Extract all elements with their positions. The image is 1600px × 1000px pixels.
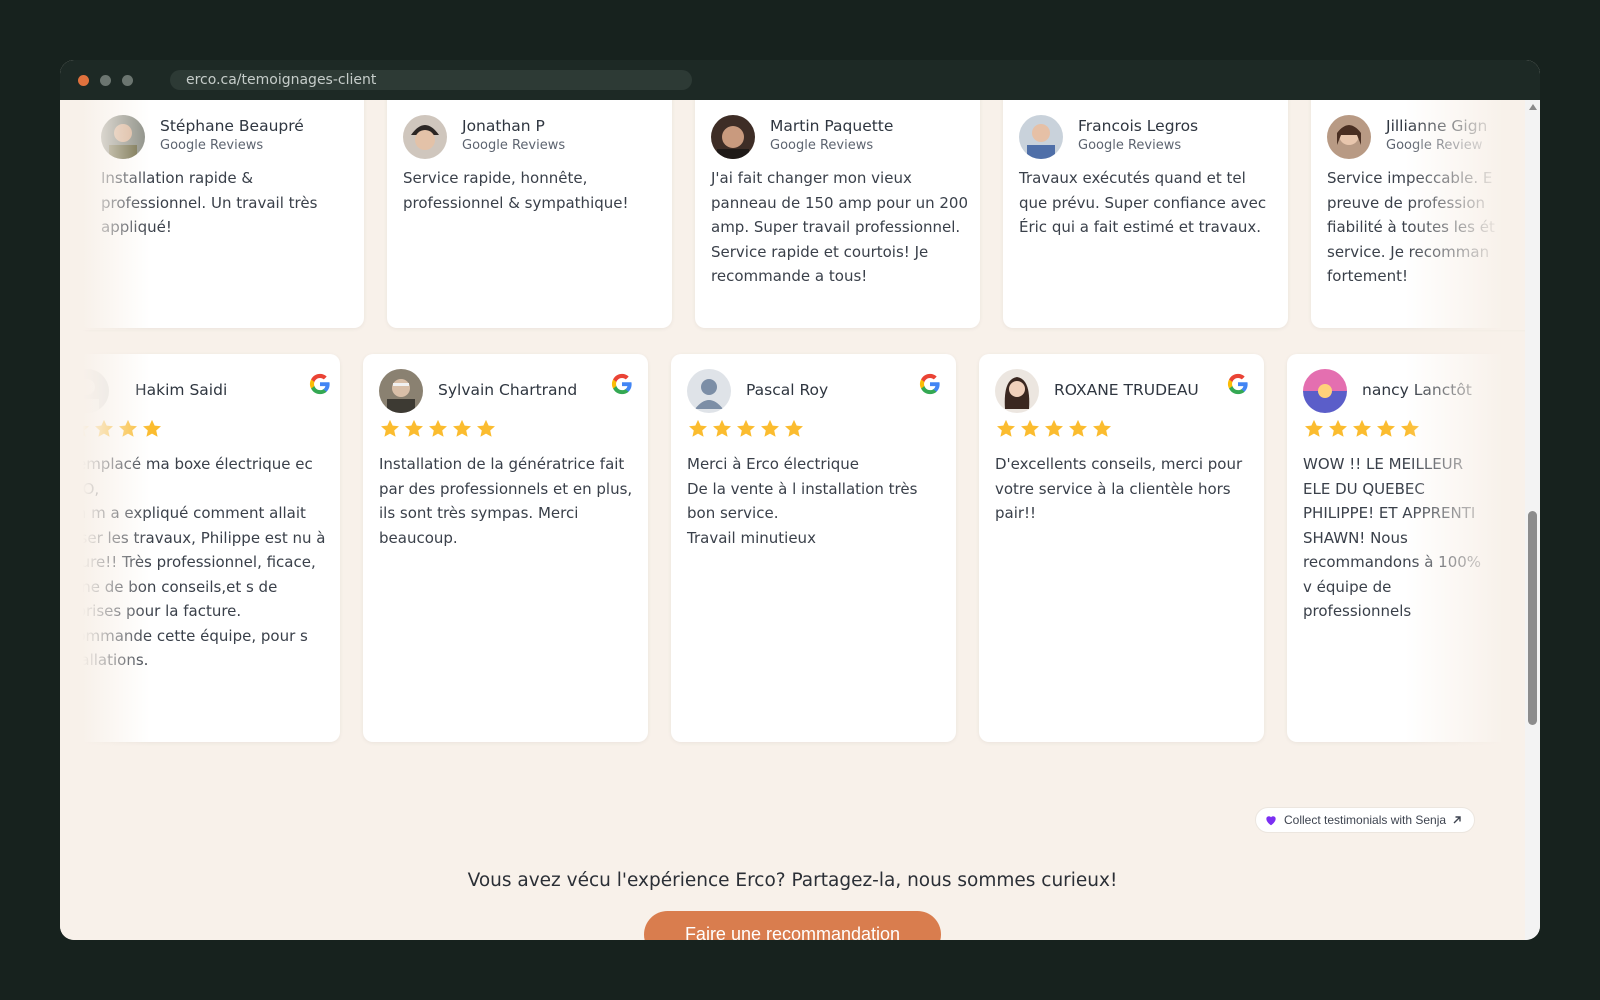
scroll-up-arrow-icon[interactable] (1529, 104, 1537, 110)
avatar (711, 115, 755, 159)
review-text: J'ai fait changer mon vieux panneau de 1… (711, 169, 968, 285)
review-text: Installation de la génératrice fait par … (379, 455, 633, 547)
reviewer-name: Pascal Roy (746, 381, 829, 399)
external-arrow-icon (1453, 816, 1461, 824)
review-text: Service impeccable. E preuve de professi… (1327, 169, 1495, 285)
star-icon (689, 419, 707, 437)
star-rating (687, 418, 805, 442)
maximize-window-dot[interactable] (122, 75, 133, 86)
close-window-dot[interactable] (78, 75, 89, 86)
star-icon (405, 419, 423, 437)
star-icon (1353, 419, 1371, 437)
star-icon (713, 419, 731, 437)
review-text: Installation rapide & professionnel. Un … (101, 169, 318, 236)
star-icon (1045, 419, 1063, 437)
star-rating (1303, 418, 1421, 442)
reviewer-name: Jillianne Gign (1386, 117, 1488, 135)
star-icon (429, 419, 447, 437)
review-card: Martin Paquette Google Reviews J'ai fait… (695, 100, 980, 328)
reviewer-name: Stéphane Beaupré (160, 117, 304, 135)
avatar (687, 369, 731, 413)
scrollbar-thumb[interactable] (1528, 511, 1537, 725)
google-icon (611, 373, 632, 395)
google-icon (1227, 373, 1248, 395)
star-icon (60, 425, 65, 437)
star-rating (995, 418, 1113, 442)
page-viewport: Stéphane Beaupré Google Reviews Installa… (60, 100, 1525, 940)
review-card: Pascal Roy Merci à Erco électrique De la… (671, 354, 956, 742)
review-text: Travaux exécutés quand et tel que prévu.… (1019, 169, 1267, 236)
browser-window: erco.ca/temoignages-client Stéphane Beau… (60, 60, 1540, 940)
testimonials-row-top: Stéphane Beaupré Google Reviews Installa… (60, 100, 1525, 330)
review-text: ai remplacé ma boxe électrique ec ERCO, … (60, 455, 326, 669)
browser-titlebar: erco.ca/temoignages-client (60, 60, 1540, 100)
google-icon (309, 373, 330, 395)
avatar (995, 369, 1039, 413)
star-icon (381, 419, 399, 437)
avatar (101, 115, 145, 159)
star-icon (477, 419, 495, 437)
star-icon (1069, 419, 1087, 437)
reviewer-name: nancy Lanctôt (1362, 381, 1472, 399)
review-source: Google Reviews (462, 138, 566, 153)
review-card: Sylvain Chartrand Installation de la gén… (363, 354, 648, 742)
review-card: Jillianne Gign Google Review Service imp… (1311, 100, 1525, 328)
review-text: Merci à Erco électrique De la vente à l … (687, 455, 918, 547)
star-icon (1377, 419, 1395, 437)
reviewer-name: ROXANE TRUDEAU (1054, 381, 1199, 399)
star-icon (737, 419, 755, 437)
star-icon (143, 419, 161, 437)
senja-badge-label: Collect testimonials with Senja (1284, 813, 1447, 827)
avatar (65, 369, 109, 413)
avatar (403, 115, 447, 159)
senja-badge-link[interactable]: Collect testimonials with Senja (1255, 807, 1476, 833)
review-card: ROXANE TRUDEAU D'excellents conseils, me… (979, 354, 1264, 742)
star-icon (95, 419, 113, 437)
cta-question: Vous avez vécu l'expérience Erco? Partag… (467, 870, 1118, 891)
avatar (379, 369, 423, 413)
testimonials-row-bottom: Hakim Saidi ai remplacé ma boxe électriq… (60, 350, 1525, 750)
star-icon (761, 419, 779, 437)
review-text: WOW !! LE MEILLEUR ELE DU QUEBEC PHILIPP… (1303, 455, 1482, 620)
google-icon (919, 373, 940, 395)
review-text: D'excellents conseils, merci pour votre … (995, 455, 1243, 522)
star-rating (379, 418, 497, 442)
scrollbar[interactable] (1525, 100, 1540, 940)
reviewer-name: Jonathan P (462, 117, 545, 135)
star-icon (119, 419, 137, 437)
review-card: Jonathan P Google Reviews Service rapide… (387, 100, 672, 328)
review-card: Hakim Saidi ai remplacé ma boxe électriq… (60, 354, 340, 742)
review-source: Google Reviews (1078, 138, 1182, 153)
minimize-window-dot[interactable] (100, 75, 111, 86)
review-card: nancy Lanctôt WOW !! LE MEILLEUR ELE DU … (1287, 354, 1525, 742)
star-icon (1401, 419, 1419, 437)
star-rating (60, 418, 163, 442)
review-text: Service rapide, honnête, professionnel &… (403, 169, 629, 212)
review-source: Google Reviews (770, 138, 874, 153)
review-card: Francois Legros Google Reviews Travaux e… (1003, 100, 1288, 328)
star-icon (453, 419, 471, 437)
avatar (1327, 115, 1371, 159)
star-icon (1329, 419, 1347, 437)
recommend-button[interactable]: Faire une recommandation (644, 911, 941, 940)
review-source: Google Reviews (160, 138, 264, 153)
star-icon (785, 419, 803, 437)
reviewer-name: Hakim Saidi (135, 381, 228, 399)
url-bar[interactable]: erco.ca/temoignages-client (170, 70, 692, 90)
star-icon (71, 419, 89, 437)
star-icon (997, 419, 1015, 437)
star-icon (1021, 419, 1039, 437)
avatar (1303, 369, 1347, 413)
reviewer-name: Francois Legros (1078, 117, 1199, 135)
star-icon (1093, 419, 1111, 437)
review-card: Stéphane Beaupré Google Reviews Installa… (79, 100, 364, 328)
heart-icon (1266, 816, 1276, 826)
star-icon (1305, 419, 1323, 437)
review-source: Google Review (1386, 138, 1483, 153)
reviewer-name: Martin Paquette (770, 117, 894, 135)
reviewer-name: Sylvain Chartrand (438, 381, 578, 399)
avatar (1019, 115, 1063, 159)
